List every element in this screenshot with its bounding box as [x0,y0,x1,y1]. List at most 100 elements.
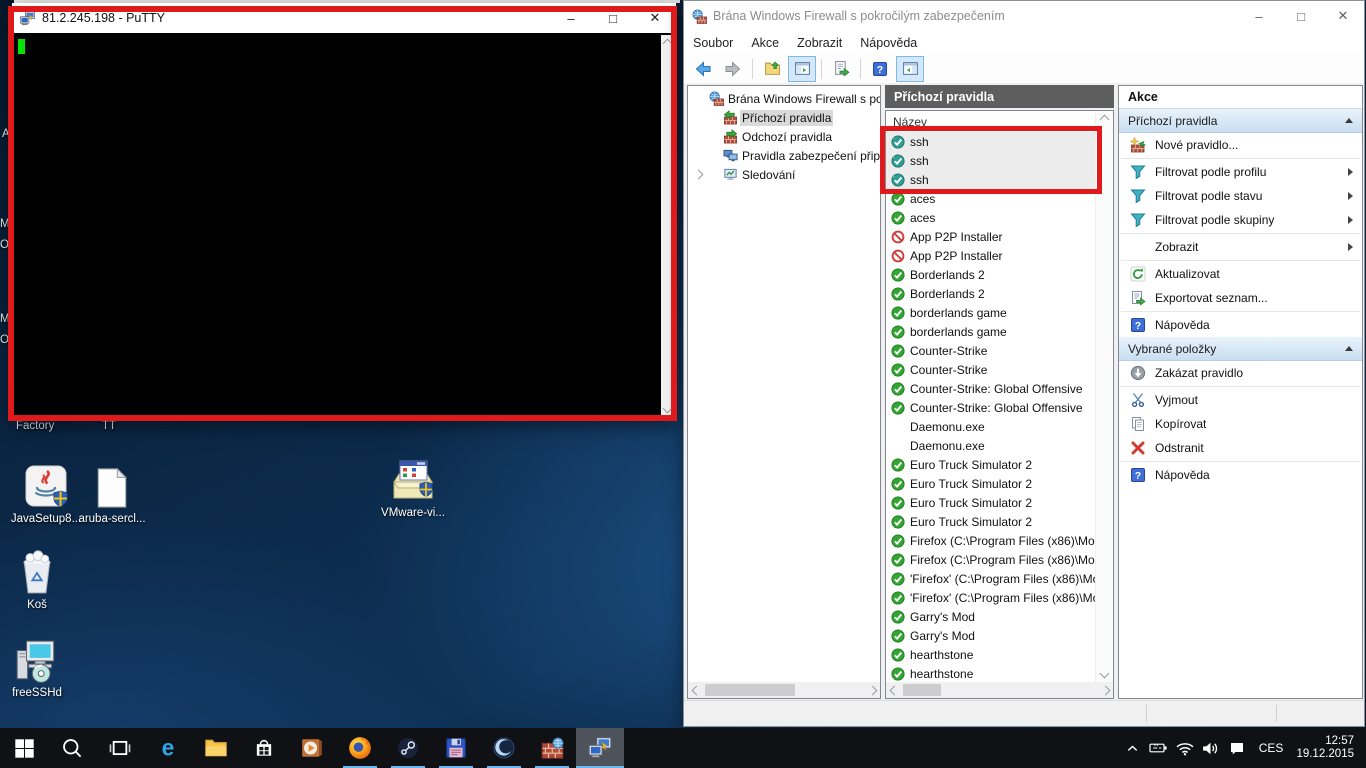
firewall-titlebar[interactable]: Brána Windows Firewall s pokročilým zabe… [684,1,1364,31]
firewall-rule-row[interactable]: borderlands game [886,303,1096,322]
tray-power-button[interactable] [1146,728,1172,768]
firewall-rule-row[interactable]: Firefox (C:\Program Files (x86)\Mozi [886,531,1096,550]
up-folder-button[interactable] [758,56,786,82]
scrollbar-thumb[interactable] [705,684,795,696]
collapse-icon[interactable] [1345,346,1353,351]
tray-network-button[interactable] [1172,728,1198,768]
taskbar-windows-firewall-button[interactable] [528,728,576,768]
column-header-name[interactable]: Název [886,111,1096,133]
expander-icon[interactable] [691,171,709,178]
tree-item-odchoz-pravidla[interactable]: Odchozí pravidla [688,127,880,146]
tray-volume-button[interactable] [1198,728,1224,768]
scroll-right-icon[interactable] [867,683,880,697]
tree-root-firewall[interactable]: Brána Windows Firewall s pokro [688,89,880,108]
tree-item-p-choz-pravidla[interactable]: Příchozí pravidla [688,108,880,127]
scroll-down-icon[interactable] [661,403,674,417]
putty-terminal[interactable] [12,33,676,420]
scroll-right-icon[interactable] [1100,683,1113,697]
taskbar-putty-button[interactable] [576,728,624,768]
language-indicator[interactable]: CES [1252,741,1291,755]
firewall-rule-row[interactable]: Counter-Strike [886,360,1096,379]
firewall-rule-row[interactable]: hearthstone [886,664,1096,682]
action-zobrazit[interactable]: Zobrazit [1119,235,1362,259]
forward-button[interactable] [719,56,747,82]
firewall-rule-row[interactable]: Garry's Mod [886,607,1096,626]
list-vertical-scrollbar[interactable] [1095,111,1113,682]
taskbar-media-player-button[interactable] [288,728,336,768]
action-nov-pravidlo-[interactable]: Nové pravidlo... [1119,133,1362,157]
firewall-rule-row[interactable]: Borderlands 2 [886,284,1096,303]
action-filtrovat-podle-skupiny[interactable]: Filtrovat podle skupiny [1119,208,1362,232]
firewall-rule-row[interactable]: Firefox (C:\Program Files (x86)\Mozi [886,550,1096,569]
maximize-button[interactable]: □ [592,3,634,33]
close-button[interactable]: ✕ [1322,1,1364,31]
taskbar-steam-button[interactable] [384,728,432,768]
firewall-rule-row[interactable]: Counter-Strike: Global Offensive [886,379,1096,398]
taskbar-daemon-tools-button[interactable] [480,728,528,768]
firewall-rule-row[interactable]: Garry's Mod [886,626,1096,645]
desktop-icon-javasetup8[interactable]: JavaSetup8... [10,462,82,526]
action-pane-toggle-button[interactable] [896,56,924,82]
firewall-rule-row[interactable]: aces [886,208,1096,227]
firewall-rule-row[interactable]: 'Firefox' (C:\Program Files (x86)\Mo: [886,569,1096,588]
taskbar-store-button[interactable] [240,728,288,768]
scrollbar-thumb[interactable] [903,684,941,696]
action-odstranit[interactable]: Odstranit [1119,436,1362,460]
close-button[interactable]: ✕ [634,3,676,33]
actions-section-header[interactable]: Příchozí pravidla [1119,109,1362,133]
action-filtrovat-podle-profilu[interactable]: Filtrovat podle profilu [1119,160,1362,184]
export-list-button[interactable] [827,56,855,82]
taskbar-firefox-button[interactable] [336,728,384,768]
firewall-rule-row[interactable]: Daemonu.exe [886,436,1096,455]
maximize-button[interactable]: □ [1280,1,1322,31]
action-aktualizovat[interactable]: Aktualizovat [1119,262,1362,286]
clock[interactable]: 12:57 19.12.2015 [1292,735,1362,761]
firewall-rule-row[interactable]: Counter-Strike: Global Offensive [886,398,1096,417]
action-kop-rovat[interactable]: Kopírovat [1119,412,1362,436]
taskbar-edge-button[interactable]: e [144,728,192,768]
action-filtrovat-podle-stavu[interactable]: Filtrovat podle stavu [1119,184,1362,208]
taskbar-task-view-button[interactable] [96,728,144,768]
menu-zobrazit[interactable]: Zobrazit [788,31,851,54]
scroll-up-icon[interactable] [1098,111,1111,125]
help-button[interactable]: ? [866,56,894,82]
tree-item-pravidla-zabezpe-en-p-ipoj[interactable]: Pravidla zabezpečení připoj [688,146,880,165]
firewall-rule-row[interactable]: Borderlands 2 [886,265,1096,284]
scroll-down-icon[interactable] [1098,668,1111,682]
tree-horizontal-scrollbar[interactable] [688,682,880,698]
action-n-pov-da[interactable]: ?Nápověda [1119,313,1362,337]
firewall-rule-row[interactable]: Counter-Strike [886,341,1096,360]
firewall-rule-row[interactable]: Daemonu.exe [886,417,1096,436]
firewall-rule-row[interactable]: aces [886,189,1096,208]
firewall-rule-row[interactable]: App P2P Installer [886,227,1096,246]
firewall-rule-row[interactable]: App P2P Installer [886,246,1096,265]
console-tree-toggle-button[interactable] [788,56,816,82]
firewall-rule-row[interactable]: Euro Truck Simulator 2 [886,455,1096,474]
taskbar-file-explorer-button[interactable] [192,728,240,768]
scroll-left-icon[interactable] [886,683,899,697]
list-horizontal-scrollbar[interactable] [886,682,1113,698]
tree-item-sledov-n-[interactable]: Sledování [688,165,880,184]
firewall-rule-row[interactable]: 'Firefox' (C:\Program Files (x86)\Mo: [886,588,1096,607]
tray-action-center-button[interactable] [1224,728,1250,768]
putty-titlebar[interactable]: 81.2.245.198 - PuTTY –□✕ [12,3,676,33]
scroll-left-icon[interactable] [688,683,701,697]
desktop-icon-ko[interactable]: Koš [1,548,73,612]
menu-npovda[interactable]: Nápověda [851,31,926,54]
terminal-scrollbar[interactable] [661,35,674,417]
taskbar-search-button[interactable] [48,728,96,768]
desktop-icon-arubasercl[interactable]: aruba-sercl... [76,462,148,526]
tray-hidden-icons-chevron-button[interactable] [1120,728,1146,768]
desktop-icon-vmwarevi[interactable]: VMware-vi... [377,456,449,520]
firewall-rule-row[interactable]: ssh [886,151,1096,170]
firewall-rule-row[interactable]: Euro Truck Simulator 2 [886,512,1096,531]
menu-akce[interactable]: Akce [742,31,788,54]
action-n-pov-da[interactable]: ?Nápověda [1119,463,1362,487]
taskbar-floppy-app-button[interactable] [432,728,480,768]
collapse-icon[interactable] [1345,118,1353,123]
firewall-rule-row[interactable]: Euro Truck Simulator 2 [886,474,1096,493]
action-zak-zat-pravidlo[interactable]: Zakázat pravidlo [1119,361,1362,385]
firewall-rule-row[interactable]: hearthstone [886,645,1096,664]
minimize-button[interactable]: – [550,3,592,33]
actions-section-header[interactable]: Vybrané položky [1119,337,1362,361]
